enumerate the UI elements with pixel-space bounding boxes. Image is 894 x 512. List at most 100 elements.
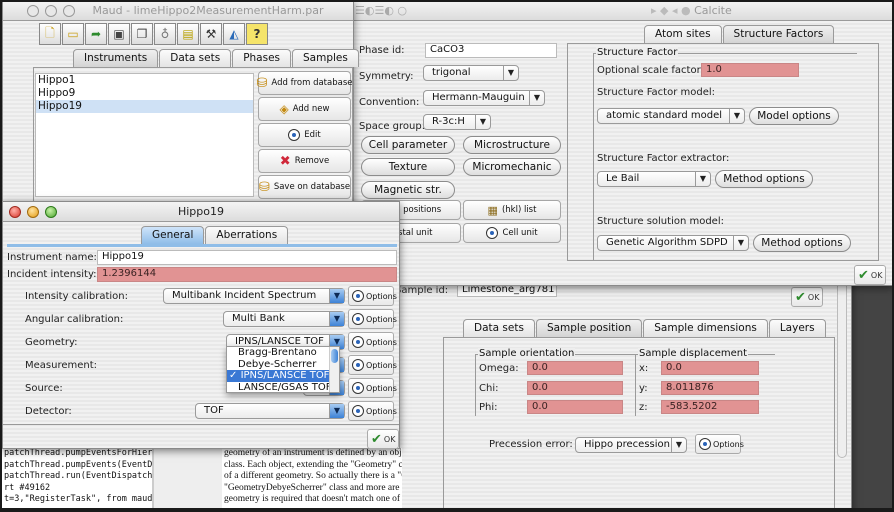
zoom-button[interactable]	[63, 5, 75, 17]
measurement-options-button[interactable]: Options	[348, 355, 397, 375]
minimize-button[interactable]	[45, 5, 57, 17]
tab-samples[interactable]: Samples	[292, 49, 359, 67]
model-select[interactable]: atomic standard model ▼	[597, 108, 745, 124]
console-line: patchThread.run(EventDispatchThre	[4, 471, 152, 481]
sample-ok-button[interactable]: ✔ OK	[791, 287, 823, 307]
tab-atom-sites[interactable]: Atom sites	[644, 25, 722, 43]
omega-field[interactable]: 0.0	[527, 361, 623, 375]
angular-calibration-select[interactable]: Multi Bank ▼	[223, 311, 345, 327]
magnetic-str-button[interactable]: Magnetic str.	[361, 181, 455, 199]
intensity-calibration-options-button[interactable]: Options	[348, 286, 397, 306]
calculator-icon[interactable]: ▤	[177, 23, 199, 45]
new-file-icon[interactable]: 🗋	[39, 23, 61, 45]
source-options-button[interactable]: Options	[348, 378, 397, 398]
instrument-name-field[interactable]: Hippo19	[97, 250, 397, 265]
remove-button[interactable]: ✖ Remove	[258, 149, 351, 173]
scale-factor-label: Optional scale factor:	[597, 65, 704, 76]
list-item[interactable]: Hippo1	[36, 74, 253, 87]
dropdown-scrollbar[interactable]	[329, 347, 339, 392]
hammer-icon[interactable]: ⚒	[200, 23, 222, 45]
phase-ok-button[interactable]: ✔ OK	[854, 265, 886, 285]
button-label: Add from database	[271, 78, 353, 88]
angular-calibration-options-button[interactable]: Options	[348, 309, 397, 329]
open-folder-icon[interactable]: ▭	[62, 23, 84, 45]
scale-factor-field[interactable]: 1.0	[701, 63, 799, 77]
z-field[interactable]: -583.5202	[661, 400, 759, 414]
dropdown-option[interactable]: LANSCE/GSAS TOF	[227, 382, 339, 393]
cell-parameter-button[interactable]: Cell parameter	[361, 136, 455, 154]
save-on-database-button[interactable]: ⛁ Save on database	[258, 175, 351, 199]
toolbar: 🗋 ▭ ➦ ▣ ❐ ♁ ▤ ⚒ ◭ ?	[39, 23, 268, 45]
tab-phases[interactable]: Phases	[232, 49, 292, 67]
tab-sample-dimensions[interactable]: Sample dimensions	[643, 319, 768, 337]
detector-options-button[interactable]: Options	[348, 401, 397, 421]
tab-aberrations[interactable]: Aberrations	[205, 226, 289, 244]
options-label: Options	[366, 360, 397, 370]
detector-label: Detector:	[25, 406, 72, 417]
phase-titlebar: ☰◐☰◐ ○ ▸ ◆ ◂ ● Calcite	[351, 2, 892, 21]
incident-intensity-field[interactable]: 1.2396144	[97, 267, 397, 282]
chi-label: Chi:	[479, 383, 499, 394]
add-from-database-button[interactable]: ⛁ Add from database	[257, 71, 353, 95]
space-group-select[interactable]: R-3c:H ▼	[423, 114, 491, 130]
list-item[interactable]: Hippo9	[36, 87, 253, 100]
detector-select[interactable]: TOF ▼	[195, 403, 345, 419]
tab-instruments[interactable]: Instruments	[73, 49, 159, 67]
angular-calibration-label: Angular calibration:	[25, 314, 124, 325]
phi-field[interactable]: 0.0	[527, 400, 623, 414]
lightbulb-icon[interactable]: ♁	[154, 23, 176, 45]
add-new-button[interactable]: ◈ Add new	[258, 97, 351, 121]
model-value: atomic standard model	[606, 110, 723, 121]
tab-data-sets[interactable]: Data sets	[463, 319, 535, 337]
dropdown-option-selected[interactable]: ✓ IPNS/LANSCE TOF	[227, 370, 339, 382]
dropdown-option[interactable]: Bragg-Brentano	[227, 347, 339, 359]
zoom-button[interactable]	[45, 206, 57, 218]
precession-select[interactable]: Hippo precession ▼	[575, 437, 687, 453]
list-item-selected[interactable]: Hippo19	[36, 100, 253, 113]
ok-label: OK	[870, 270, 883, 280]
texture-button[interactable]: Texture	[361, 158, 455, 176]
convention-select[interactable]: Hermann-Mauguin ▼	[423, 90, 545, 106]
dialog-divider	[3, 424, 399, 425]
model-options-button[interactable]: Model options	[749, 107, 839, 125]
group-title: Sample orientation	[478, 348, 576, 359]
extractor-method-options-button[interactable]: Method options	[715, 170, 813, 188]
instrument-list[interactable]: Hippo1 Hippo9 Hippo19	[35, 73, 254, 197]
edit-button[interactable]: Edit	[258, 123, 351, 147]
help-text-panel: geometry of an instrument is defined by …	[222, 448, 402, 508]
save-as-icon[interactable]: ❐	[131, 23, 153, 45]
tab-sample-position[interactable]: Sample position	[535, 319, 643, 337]
intensity-calibration-select[interactable]: Multibank Incident Spectrum ▼	[163, 288, 345, 304]
window-title: Maud - limeHippo2MeasurementHarm.par	[92, 4, 324, 17]
tab-layers[interactable]: Layers	[768, 319, 826, 337]
precession-options-button[interactable]: Options	[695, 434, 744, 454]
extractor-value: Le Bail	[606, 173, 640, 184]
hkl-list-button[interactable]: ▦ (hkl) list	[463, 200, 561, 220]
dropdown-option[interactable]: Debye-Scherrer	[227, 359, 339, 371]
help-icon[interactable]: ?	[246, 23, 268, 45]
chart-icon[interactable]: ◭	[223, 23, 245, 45]
y-field[interactable]: 8.011876	[661, 381, 759, 395]
save-disk-icon[interactable]: ▣	[108, 23, 130, 45]
chi-field[interactable]: 0.0	[527, 381, 623, 395]
symmetry-select[interactable]: trigonal ▼	[423, 65, 519, 81]
tab-general[interactable]: General	[141, 226, 205, 244]
minimize-button[interactable]	[27, 206, 39, 218]
close-button[interactable]	[27, 5, 39, 17]
close-button[interactable]	[9, 206, 21, 218]
microstructure-button[interactable]: Microstructure	[463, 136, 561, 154]
sample-tabs: Data sets Sample position Sample dimensi…	[463, 319, 827, 337]
solution-method-options-button[interactable]: Method options	[753, 234, 851, 252]
redo-arrow-icon[interactable]: ➦	[85, 23, 107, 45]
scroll-thumb[interactable]	[331, 349, 338, 363]
dialog-ok-button[interactable]: ✔ OK	[367, 429, 399, 449]
solution-model-select[interactable]: Genetic Algorithm SDPD ▼	[597, 235, 749, 251]
tab-data-sets[interactable]: Data sets	[159, 49, 232, 67]
micromechanic-button[interactable]: Micromechanic	[463, 158, 561, 176]
cell-unit-button[interactable]: Cell unit	[463, 223, 561, 243]
x-field[interactable]: 0.0	[661, 361, 759, 375]
tab-structure-factors[interactable]: Structure Factors	[722, 25, 835, 43]
phase-id-field[interactable]: CaCO3	[425, 43, 557, 58]
geometry-options-button[interactable]: Options	[348, 332, 397, 352]
extractor-select[interactable]: Le Bail ▼	[597, 171, 711, 187]
